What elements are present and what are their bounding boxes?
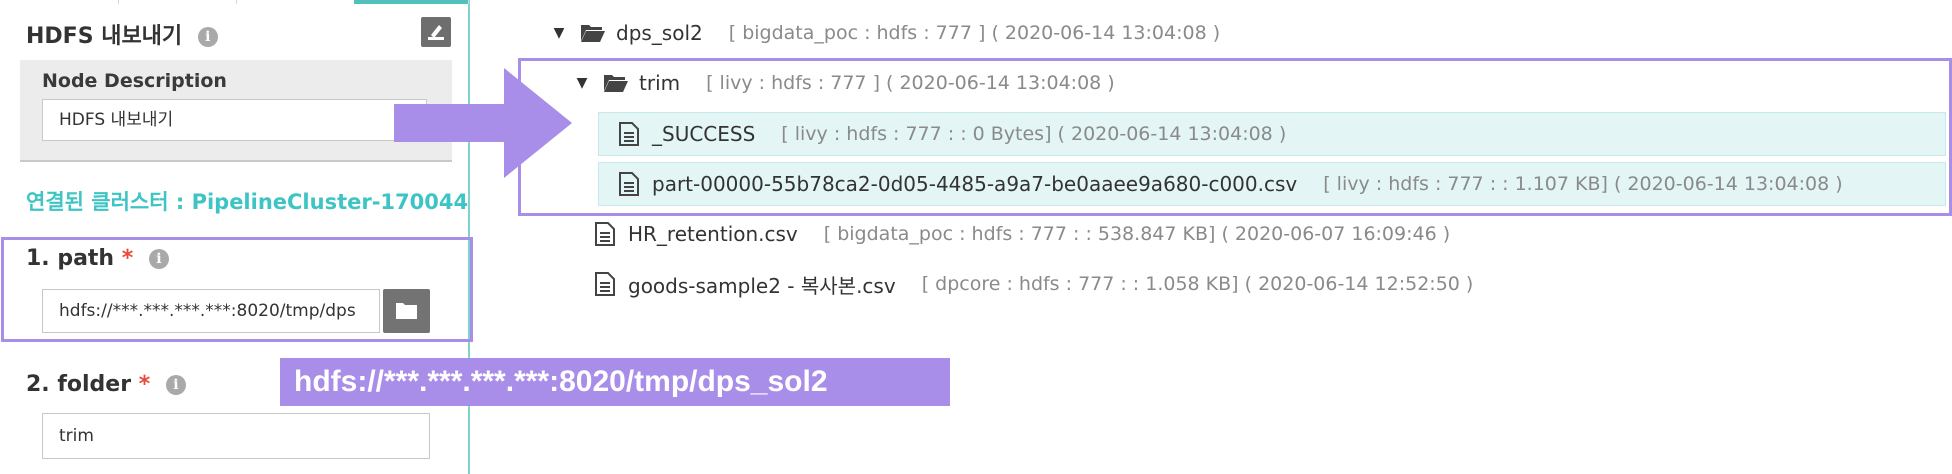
node-description-input[interactable]: HDFS 내보내기: [42, 99, 427, 141]
tree-item-name: dps_sol2: [616, 21, 703, 45]
panel-title: HDFS 내보내기 i: [26, 18, 218, 50]
node-description-label: Node Description: [42, 70, 227, 92]
tree-item-name: part-00000-55b78ca2-0d05-4485-a9a7-be0aa…: [652, 172, 1298, 196]
folder-open-icon: [604, 75, 628, 92]
tab-2[interactable]: [118, 0, 237, 4]
path-field-highlight: [1, 237, 473, 342]
folder-open-icon: [581, 25, 605, 42]
caret-down-icon[interactable]: ▼: [573, 75, 591, 91]
edit-icon: [428, 25, 444, 40]
tree-row-success[interactable]: _SUCCESS [ livy : hdfs : 777 : : 0 Bytes…: [618, 112, 1286, 156]
tree-row-trim[interactable]: ▼ trim [ livy : hdfs : 777 ] ( 2020-06-1…: [573, 61, 1115, 105]
path-annotation-banner: hdfs://***.***.***.***:8020/tmp/dps_sol2: [280, 358, 950, 406]
info-icon[interactable]: i: [165, 375, 186, 395]
folder-field-label: 2. folder * i: [26, 372, 186, 397]
tree-item-name: goods-sample2 - 복사본.csv: [628, 273, 896, 298]
tree-item-meta: [ livy : hdfs : 777 : : 0 Bytes] ( 2020-…: [781, 123, 1287, 145]
caret-down-icon[interactable]: ▼: [550, 25, 568, 41]
info-icon[interactable]: i: [197, 27, 218, 47]
file-icon: [595, 222, 615, 246]
tree-row-goods-sample[interactable]: goods-sample2 - 복사본.csv [ dpcore : hdfs …: [594, 262, 1473, 306]
required-mark: *: [138, 372, 151, 397]
tree-item-name: trim: [639, 71, 681, 95]
tree-row-dps-sol2[interactable]: ▼ dps_sol2 [ bigdata_poc : hdfs : 777 ] …: [550, 11, 1221, 55]
tree-item-meta: [ dpcore : hdfs : 777 : : 1.058 KB] ( 20…: [921, 273, 1474, 295]
tree-item-meta: [ livy : hdfs : 777 : : 1.107 KB] ( 2020…: [1323, 173, 1843, 195]
folder-label-text: 2. folder: [26, 372, 132, 397]
panel-title-text: HDFS 내보내기: [26, 24, 183, 49]
tree-row-hr-retention[interactable]: HR_retention.csv [ bigdata_poc : hdfs : …: [594, 212, 1450, 256]
connected-cluster-text: 연결된 클러스터 : PipelineCluster-170044: [26, 190, 469, 214]
file-icon: [595, 272, 615, 296]
tree-item-meta: [ livy : hdfs : 777 ] ( 2020-06-14 13:04…: [706, 72, 1115, 94]
tree-item-name: _SUCCESS: [652, 122, 756, 146]
edit-button[interactable]: [421, 17, 451, 47]
file-icon: [619, 172, 639, 196]
folder-input[interactable]: trim: [42, 413, 430, 459]
tree-row-part-csv[interactable]: part-00000-55b78ca2-0d05-4485-a9a7-be0aa…: [618, 162, 1843, 206]
tree-item-name: HR_retention.csv: [628, 222, 798, 246]
tab-3[interactable]: [236, 0, 355, 4]
tree-item-meta: [ bigdata_poc : hdfs : 777 ] ( 2020-06-1…: [728, 22, 1221, 44]
panel-top-tabs: [0, 0, 469, 6]
tab-4-active[interactable]: [354, 0, 469, 4]
tree-item-meta: [ bigdata_poc : hdfs : 777 : : 538.847 K…: [823, 223, 1451, 245]
file-icon: [619, 122, 639, 146]
tab-1[interactable]: [0, 0, 119, 4]
